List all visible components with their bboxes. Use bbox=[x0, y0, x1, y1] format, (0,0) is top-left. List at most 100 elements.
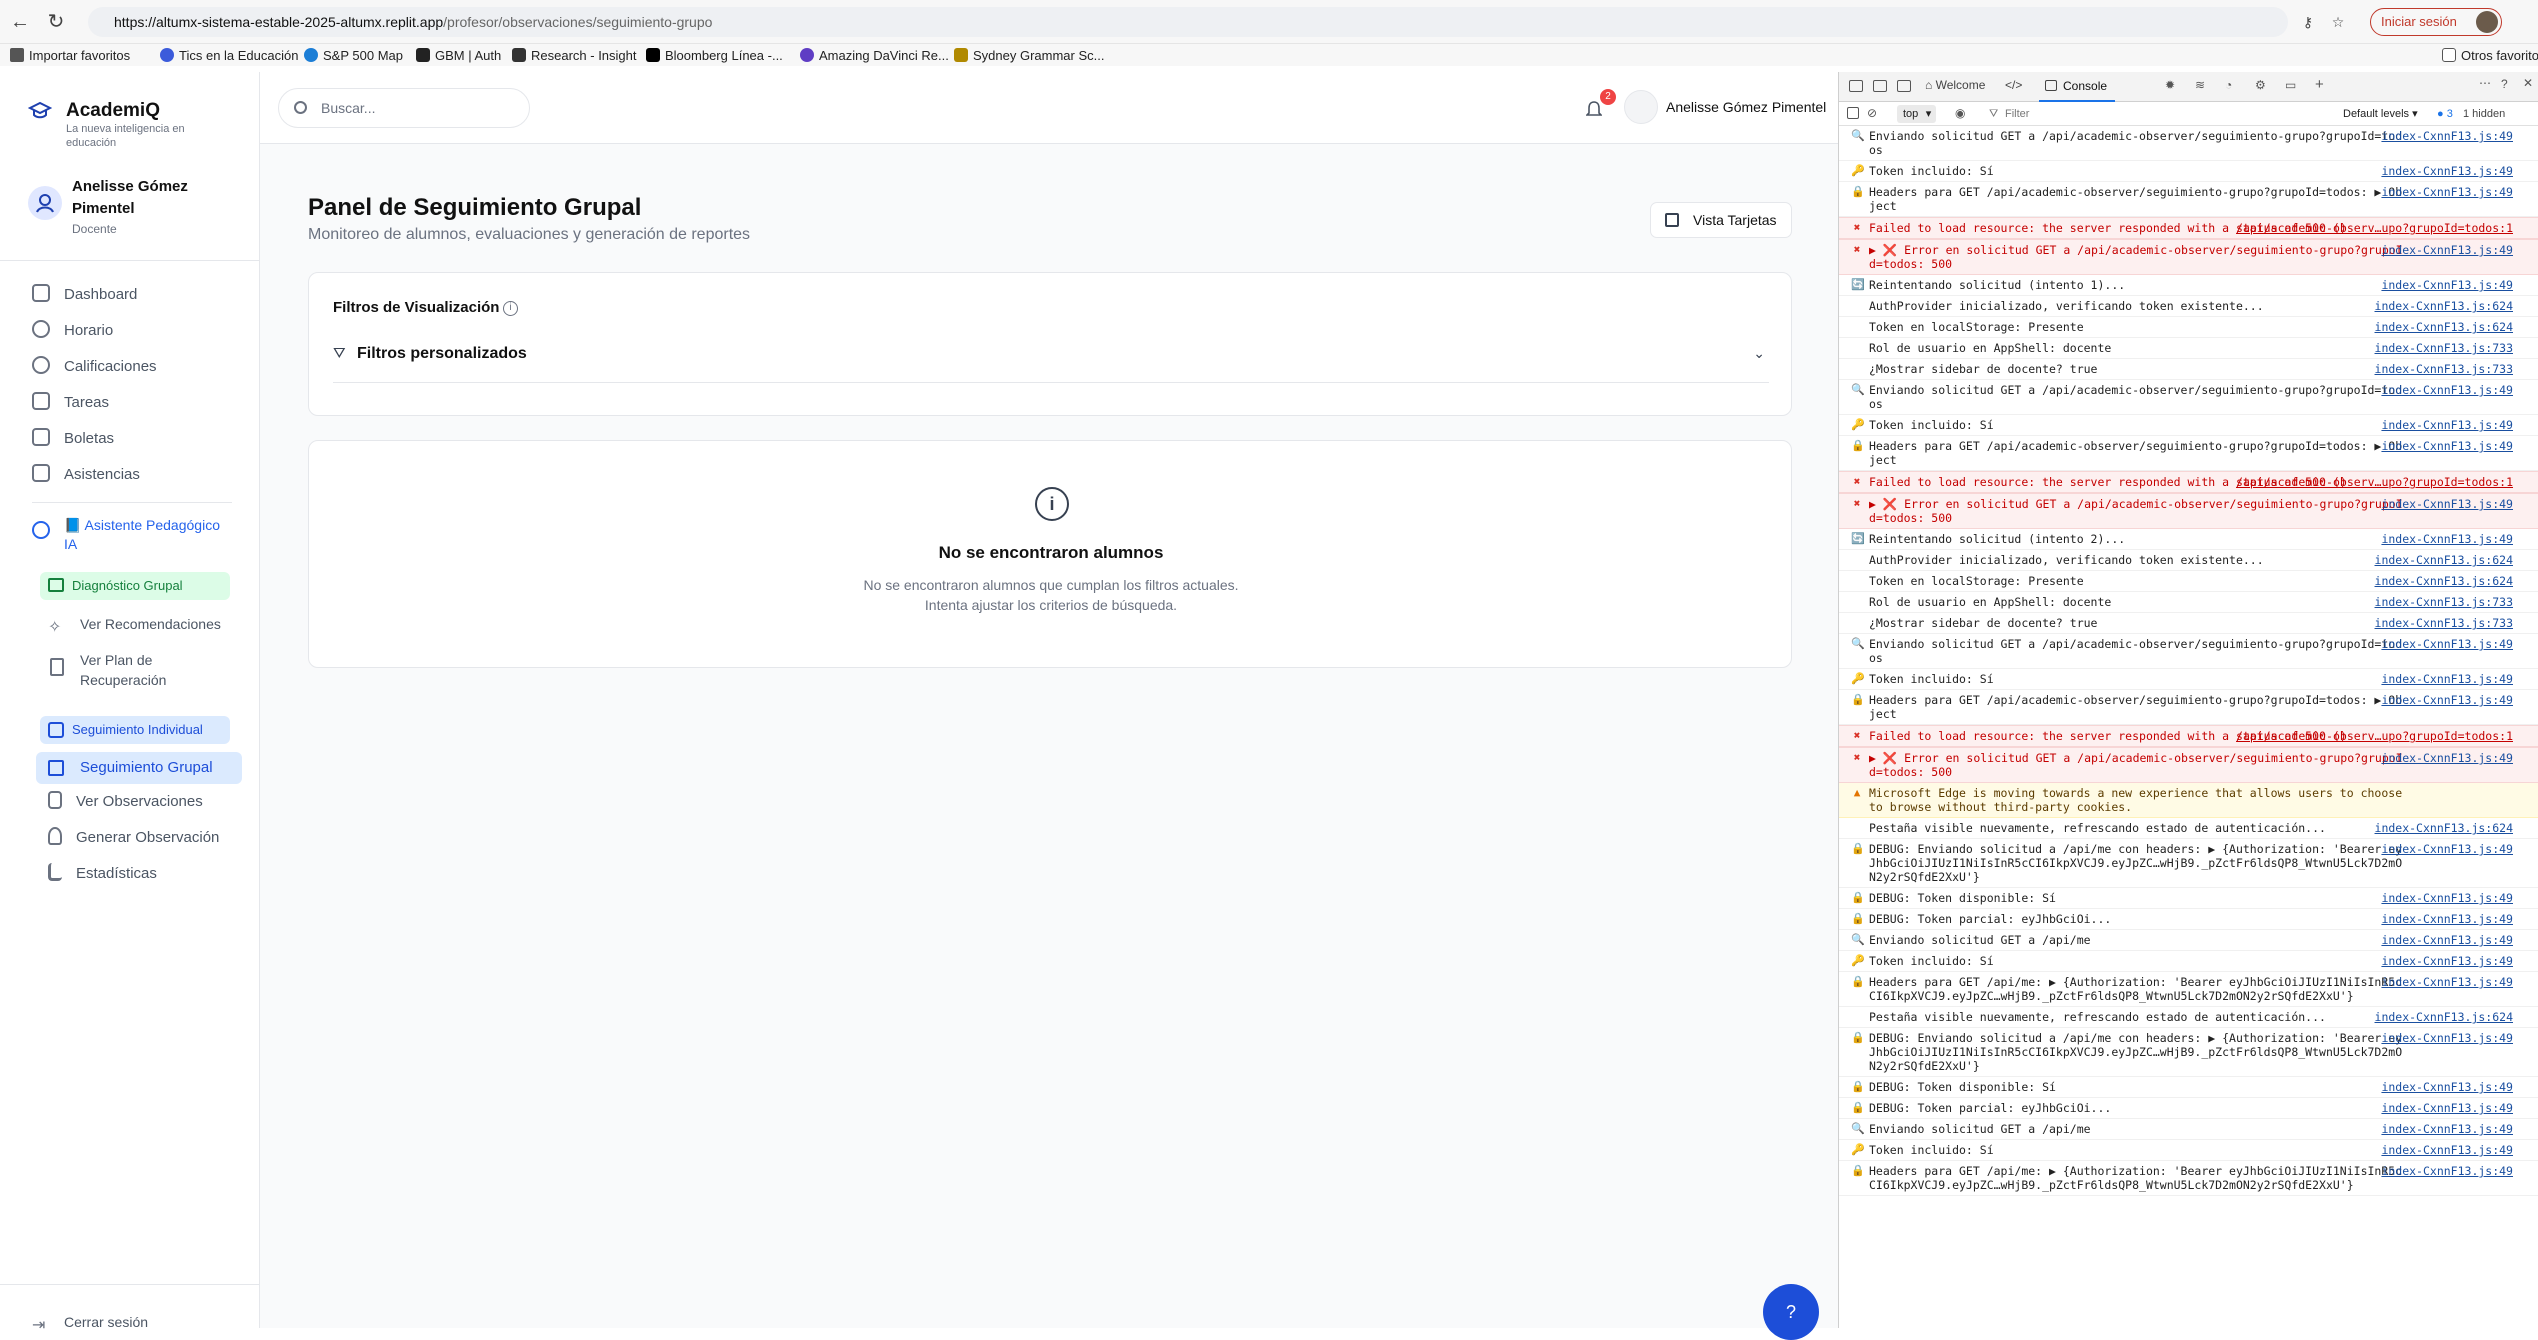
console-log-row[interactable]: 🔒 DEBUG: Token disponible: Sí index-CxnnF1… bbox=[1839, 1077, 2538, 1098]
log-source-link[interactable]: index-CxnnF13.js:624 bbox=[2375, 299, 2513, 313]
topbar-user-name[interactable]: Anelisse Gómez Pimentel bbox=[1666, 99, 1826, 115]
user-avatar[interactable] bbox=[1624, 90, 1658, 124]
log-source-link[interactable]: index-CxnnF13.js:49 bbox=[2381, 243, 2513, 257]
search-input[interactable]: Buscar... bbox=[278, 88, 530, 128]
log-source-link[interactable]: index-CxnnF13.js:49 bbox=[2381, 1101, 2513, 1115]
sidebar-item-asistente[interactable]: 📘 Asistente Pedagógico IA bbox=[64, 516, 234, 554]
log-source-link[interactable]: index-CxnnF13.js:624 bbox=[2375, 320, 2513, 334]
info-icon[interactable]: i bbox=[503, 301, 518, 316]
log-source-link[interactable]: index-CxnnF13.js:624 bbox=[2375, 1010, 2513, 1024]
bug-icon[interactable]: ✹ bbox=[2165, 78, 2175, 92]
log-source-link[interactable]: index-CxnnF13.js:733 bbox=[2375, 341, 2513, 355]
console-log-row[interactable]: 🔄 Reintentando solicitud (intento 1)... in… bbox=[1839, 275, 2538, 296]
console-error-row[interactable]: ✖ Failed to load resource: the server res… bbox=[1839, 217, 2538, 239]
more-icon[interactable]: ⋯ bbox=[2479, 76, 2491, 90]
console-error-row[interactable]: ✖ ▶ ❌ Error en solicitud GET a /api/acade… bbox=[1839, 239, 2538, 275]
sidebar-item-seguimiento-grupal[interactable]: Seguimiento Grupal bbox=[36, 752, 242, 784]
log-source-link[interactable]: index-CxnnF13.js:49 bbox=[2381, 891, 2513, 905]
log-source-link[interactable]: /api/academic-observ…upo?grupoId=todos:1 bbox=[2236, 729, 2513, 743]
bookmark-item[interactable]: Bloomberg Línea -... bbox=[646, 48, 783, 63]
bookmark-item[interactable]: Importar favoritos bbox=[10, 48, 130, 63]
log-source-link[interactable]: index-CxnnF13.js:49 bbox=[2381, 751, 2513, 765]
sidebar-item-asistencias[interactable]: Asistencias bbox=[32, 461, 140, 489]
log-source-link[interactable]: index-CxnnF13.js:624 bbox=[2375, 574, 2513, 588]
console-warning-row[interactable]: ▲ Microsoft Edge is moving towards a new … bbox=[1839, 783, 2538, 818]
console-log-row[interactable]: AuthProvider inicializado, verificando t… bbox=[1839, 550, 2538, 571]
inspect-icon[interactable] bbox=[1849, 80, 1863, 92]
console-log-row[interactable]: ¿Mostrar sidebar de docente? true index-C… bbox=[1839, 613, 2538, 634]
dock-icon[interactable] bbox=[1897, 80, 1911, 92]
sidebar-item-plan[interactable]: Ver Plan de Recuperación bbox=[80, 650, 220, 690]
console-log-row[interactable]: Pestaña visible nuevamente, refrescando … bbox=[1839, 1007, 2538, 1028]
sidebar-item-diagnostico[interactable]: Diagnóstico Grupal bbox=[40, 572, 230, 600]
other-favorites[interactable]: Otros favorito bbox=[2442, 48, 2538, 63]
sidebar-item-dashboard[interactable]: Dashboard bbox=[32, 281, 137, 309]
sidebar-item-estadisticas[interactable]: Estadísticas bbox=[48, 860, 157, 888]
log-source-link[interactable]: index-CxnnF13.js:49 bbox=[2381, 1122, 2513, 1136]
signin-button[interactable]: Iniciar sesión bbox=[2370, 8, 2502, 36]
console-log-row[interactable]: 🔒 Headers para GET /api/academic-observer… bbox=[1839, 690, 2538, 725]
console-log-row[interactable]: Pestaña visible nuevamente, refrescando … bbox=[1839, 818, 2538, 839]
bell-icon[interactable] bbox=[1585, 100, 1603, 118]
log-source-link[interactable]: index-CxnnF13.js:49 bbox=[2381, 418, 2513, 432]
logout-button[interactable]: ⇥ Cerrar sesión bbox=[32, 1308, 148, 1336]
console-log-row[interactable]: 🔒 DEBUG: Enviando solicitud a /api/me con… bbox=[1839, 839, 2538, 888]
log-source-link[interactable]: index-CxnnF13.js:49 bbox=[2381, 672, 2513, 686]
sidebar-item-tareas[interactable]: Tareas bbox=[32, 389, 109, 417]
bookmark-item[interactable]: Amazing DaVinci Re... bbox=[800, 48, 949, 63]
help-icon[interactable]: ? bbox=[2501, 77, 2508, 91]
console-filter-input[interactable]: ⛛ Filter bbox=[1987, 105, 2167, 123]
add-tab-icon[interactable]: + bbox=[2315, 76, 2324, 93]
bookmark-item[interactable]: GBM | Auth bbox=[416, 48, 501, 63]
log-source-link[interactable]: index-CxnnF13.js:49 bbox=[2381, 497, 2513, 511]
log-source-link[interactable]: index-CxnnF13.js:49 bbox=[2381, 383, 2513, 397]
context-select[interactable]: top ▾ bbox=[1897, 105, 1937, 123]
log-source-link[interactable]: index-CxnnF13.js:49 bbox=[2381, 1164, 2513, 1178]
bookmark-item[interactable]: Sydney Grammar Sc... bbox=[954, 48, 1104, 63]
log-source-link[interactable]: index-CxnnF13.js:49 bbox=[2381, 954, 2513, 968]
memory-icon[interactable]: ⚙ bbox=[2255, 78, 2266, 92]
performance-icon[interactable]: ◔ bbox=[2225, 78, 2232, 92]
log-source-link[interactable]: index-CxnnF13.js:624 bbox=[2375, 553, 2513, 567]
log-source-link[interactable]: index-CxnnF13.js:733 bbox=[2375, 362, 2513, 376]
console-log-row[interactable]: 🔍 Enviando solicitud GET a /api/academic-… bbox=[1839, 380, 2538, 415]
bookmark-item[interactable]: S&P 500 Map bbox=[304, 48, 403, 63]
application-icon[interactable]: ▭ bbox=[2285, 78, 2296, 92]
log-source-link[interactable]: index-CxnnF13.js:624 bbox=[2375, 821, 2513, 835]
favorite-icon[interactable]: ☆ bbox=[2326, 10, 2350, 34]
log-source-link[interactable]: index-CxnnF13.js:49 bbox=[2381, 975, 2513, 989]
clear-console-icon[interactable]: ⊘ bbox=[1867, 106, 1877, 120]
log-source-link[interactable]: index-CxnnF13.js:49 bbox=[2381, 912, 2513, 926]
console-log-row[interactable]: AuthProvider inicializado, verificando t… bbox=[1839, 296, 2538, 317]
back-icon[interactable]: ← bbox=[8, 10, 32, 34]
log-source-link[interactable]: index-CxnnF13.js:49 bbox=[2381, 129, 2513, 143]
console-log-row[interactable]: 🔑 Token incluido: Sí index-CxnnF13.js:49 bbox=[1839, 1140, 2538, 1161]
console-log-row[interactable]: 🔄 Reintentando solicitud (intento 2)... in… bbox=[1839, 529, 2538, 550]
console-error-row[interactable]: ✖ Failed to load resource: the server res… bbox=[1839, 725, 2538, 747]
custom-filters-toggle[interactable]: ⛛ Filtros personalizados ⌄ bbox=[333, 343, 1769, 383]
eye-icon[interactable]: ◉ bbox=[1955, 106, 1965, 120]
help-button[interactable]: ? bbox=[1763, 1284, 1819, 1340]
console-log-row[interactable]: 🔍 Enviando solicitud GET a /api/me index-C… bbox=[1839, 1119, 2538, 1140]
bookmark-item[interactable]: Tics en la Educación bbox=[160, 48, 298, 63]
console-log-row[interactable]: 🔍 Enviando solicitud GET a /api/me index-C… bbox=[1839, 930, 2538, 951]
sidebar-toggle-icon[interactable] bbox=[1847, 107, 1859, 119]
sidebar-item-generar[interactable]: Generar Observación bbox=[48, 824, 219, 852]
key-icon[interactable]: ⚷ bbox=[2296, 10, 2320, 34]
sidebar-item-horario[interactable]: Horario bbox=[32, 317, 113, 345]
log-source-link[interactable]: index-CxnnF13.js:49 bbox=[2381, 1031, 2513, 1045]
console-log-row[interactable]: 🔑 Token incluido: Sí index-CxnnF13.js:49 bbox=[1839, 951, 2538, 972]
log-source-link[interactable]: index-CxnnF13.js:49 bbox=[2381, 185, 2513, 199]
console-log-row[interactable]: 🔍 Enviando solicitud GET a /api/academic-… bbox=[1839, 126, 2538, 161]
console-error-row[interactable]: ✖ Failed to load resource: the server res… bbox=[1839, 471, 2538, 493]
console-error-row[interactable]: ✖ ▶ ❌ Error en solicitud GET a /api/acade… bbox=[1839, 747, 2538, 783]
close-icon[interactable]: ✕ bbox=[2523, 76, 2533, 90]
issues-counter[interactable]: ● 3 bbox=[2437, 105, 2453, 123]
code-icon[interactable]: </> bbox=[2005, 78, 2022, 92]
log-source-link[interactable]: index-CxnnF13.js:733 bbox=[2375, 595, 2513, 609]
log-source-link[interactable]: index-CxnnF13.js:49 bbox=[2381, 1143, 2513, 1157]
device-icon[interactable] bbox=[1873, 80, 1887, 92]
sidebar-item-boletas[interactable]: Boletas bbox=[32, 425, 114, 453]
view-cards-button[interactable]: Vista Tarjetas bbox=[1650, 202, 1792, 238]
console-log-row[interactable]: 🔒 DEBUG: Enviando solicitud a /api/me con… bbox=[1839, 1028, 2538, 1077]
